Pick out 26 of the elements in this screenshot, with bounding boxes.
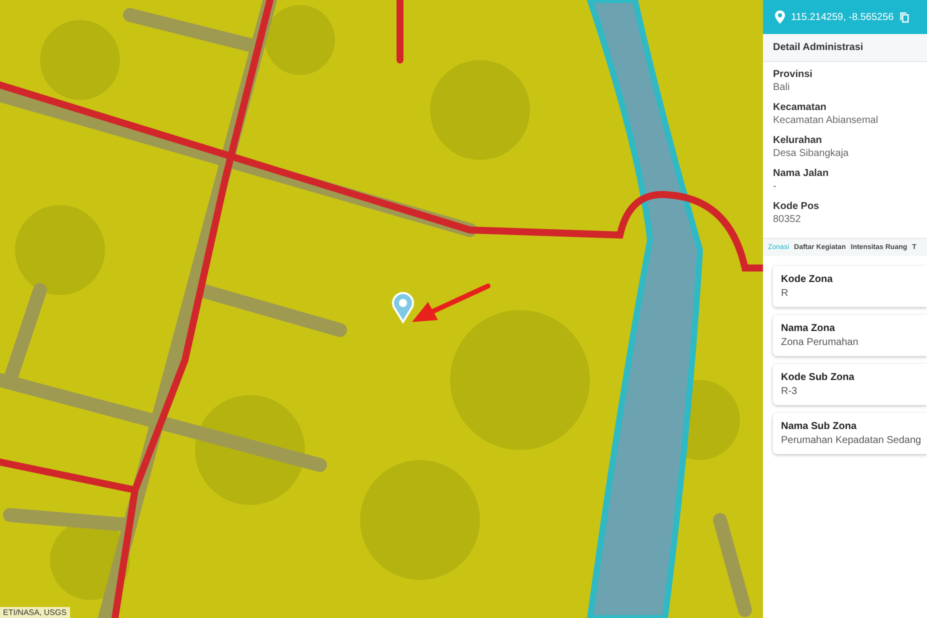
card-value: R (781, 288, 790, 299)
detail-value: Desa Sibangkaja (773, 148, 850, 159)
detail-value: - (773, 181, 778, 192)
map-view[interactable]: ETI/NASA, USGS (0, 0, 763, 618)
location-pin-icon (775, 10, 785, 24)
location-pin-icon[interactable] (392, 292, 414, 323)
detail-label: Kelurahan (773, 135, 823, 146)
detail-value: Kecamatan Abiansemal (773, 115, 880, 126)
card-label: Nama Zona (781, 323, 836, 334)
detail-label: Provinsi (773, 69, 814, 80)
map-attribution: ETI/NASA, USGS (0, 607, 70, 618)
arrow-icon (412, 284, 490, 322)
copy-icon[interactable] (900, 12, 909, 22)
card-value: R-3 (781, 386, 798, 397)
section-header: Detail Administrasi (763, 34, 927, 62)
card-label: Kode Sub Zona (781, 372, 856, 383)
card-label: Kode Zona (781, 274, 834, 285)
detail-label: Kode Pos (773, 201, 820, 212)
detail-value: Bali (773, 82, 791, 93)
card-value: Zona Perumahan (781, 337, 860, 348)
detail-label: Nama Jalan (773, 168, 830, 179)
coordinates-text: 115.214259, -8.565256 (791, 12, 894, 22)
detail-label: Kecamatan (773, 102, 828, 113)
card-value: Perumahan Kepadatan Sedang (781, 435, 921, 446)
card-label: Nama Sub Zona (781, 421, 858, 432)
detail-value: 80352 (773, 214, 802, 225)
